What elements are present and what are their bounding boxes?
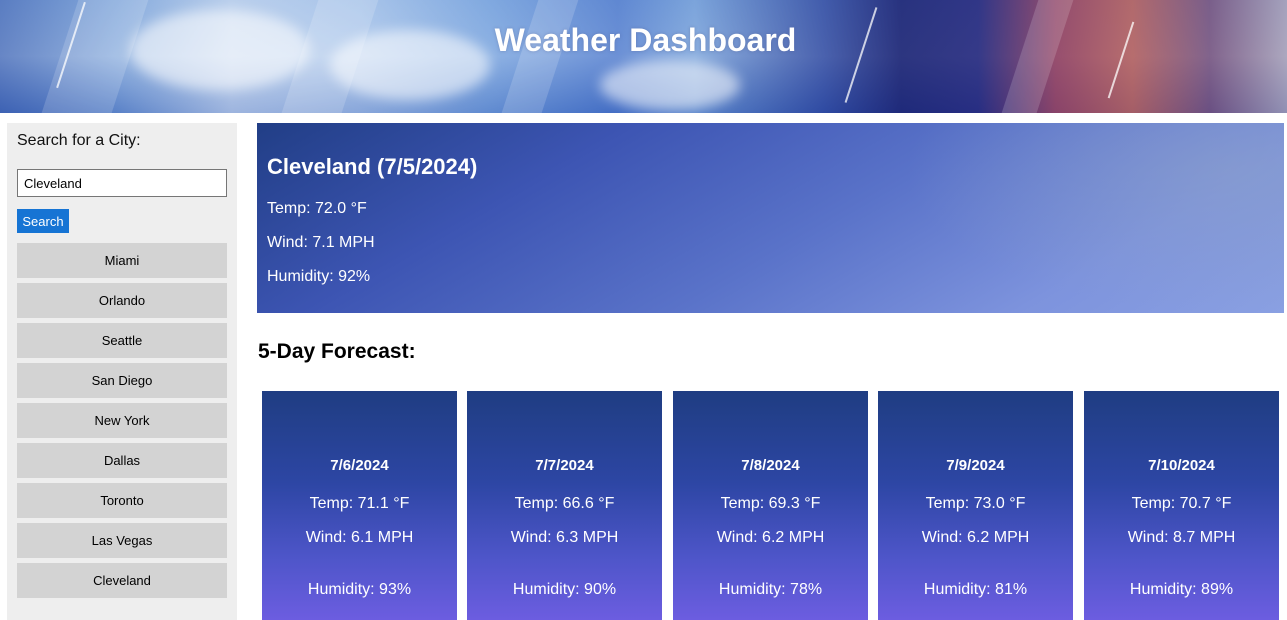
header-banner: Weather Dashboard: [0, 0, 1287, 113]
forecast-card: 7/7/2024 Temp: 66.6 °F Wind: 6.3 MPH Hum…: [467, 391, 662, 620]
search-heading: Search for a City:: [17, 132, 141, 149]
search-history-list: Miami Orlando Seattle San Diego New York…: [17, 243, 227, 603]
forecast-wind: Wind: 8.7 MPH: [1127, 529, 1236, 546]
search-sidebar: Search for a City: Search Miami Orlando …: [7, 123, 237, 620]
forecast-wind: Wind: 6.2 MPH: [716, 529, 825, 546]
forecast-temp: Temp: 70.7 °F: [1131, 495, 1232, 512]
forecast-heading: 5-Day Forecast:: [258, 340, 416, 363]
history-item-new-york[interactable]: New York: [17, 403, 227, 438]
forecast-temp: Temp: 73.0 °F: [925, 495, 1026, 512]
forecast-date: 7/10/2024: [1148, 457, 1215, 474]
forecast-humidity: Humidity: 90%: [512, 581, 617, 598]
forecast-temp: Temp: 66.6 °F: [514, 495, 615, 512]
forecast-humidity: Humidity: 78%: [718, 581, 823, 598]
current-temp: Temp: 72.0 °F: [267, 200, 367, 217]
forecast-humidity: Humidity: 93%: [307, 581, 412, 598]
history-item-dallas[interactable]: Dallas: [17, 443, 227, 478]
history-item-san-diego[interactable]: San Diego: [17, 363, 227, 398]
forecast-wind: Wind: 6.3 MPH: [510, 529, 619, 546]
history-item-seattle[interactable]: Seattle: [17, 323, 227, 358]
forecast-wind: Wind: 6.1 MPH: [305, 529, 414, 546]
forecast-wind: Wind: 6.2 MPH: [921, 529, 1030, 546]
forecast-date: 7/9/2024: [946, 457, 1005, 474]
history-item-orlando[interactable]: Orlando: [17, 283, 227, 318]
history-item-las-vegas[interactable]: Las Vegas: [17, 523, 227, 558]
forecast-humidity: Humidity: 89%: [1129, 581, 1234, 598]
current-wind: Wind: 7.1 MPH: [267, 234, 375, 251]
current-city-title: Cleveland (7/5/2024): [267, 154, 478, 179]
current-weather-panel: Cleveland (7/5/2024) Temp: 72.0 °F Wind:…: [257, 123, 1284, 313]
page-title: Weather Dashboard: [494, 22, 797, 58]
forecast-date: 7/7/2024: [535, 457, 594, 474]
forecast-card: 7/8/2024 Temp: 69.3 °F Wind: 6.2 MPH Hum…: [673, 391, 868, 620]
forecast-temp: Temp: 71.1 °F: [309, 495, 410, 512]
forecast-date: 7/6/2024: [330, 457, 389, 474]
forecast-card: 7/10/2024 Temp: 70.7 °F Wind: 8.7 MPH Hu…: [1084, 391, 1279, 620]
history-item-toronto[interactable]: Toronto: [17, 483, 227, 518]
forecast-card: 7/9/2024 Temp: 73.0 °F Wind: 6.2 MPH Hum…: [878, 391, 1073, 620]
forecast-card: 7/6/2024 Temp: 71.1 °F Wind: 6.1 MPH Hum…: [262, 391, 457, 620]
forecast-humidity: Humidity: 81%: [923, 581, 1028, 598]
forecast-temp: Temp: 69.3 °F: [720, 495, 821, 512]
city-search-input[interactable]: [17, 169, 227, 197]
forecast-date: 7/8/2024: [741, 457, 800, 474]
search-button[interactable]: Search: [17, 209, 69, 233]
current-humidity: Humidity: 92%: [267, 268, 371, 285]
history-item-miami[interactable]: Miami: [17, 243, 227, 278]
history-item-cleveland[interactable]: Cleveland: [17, 563, 227, 598]
